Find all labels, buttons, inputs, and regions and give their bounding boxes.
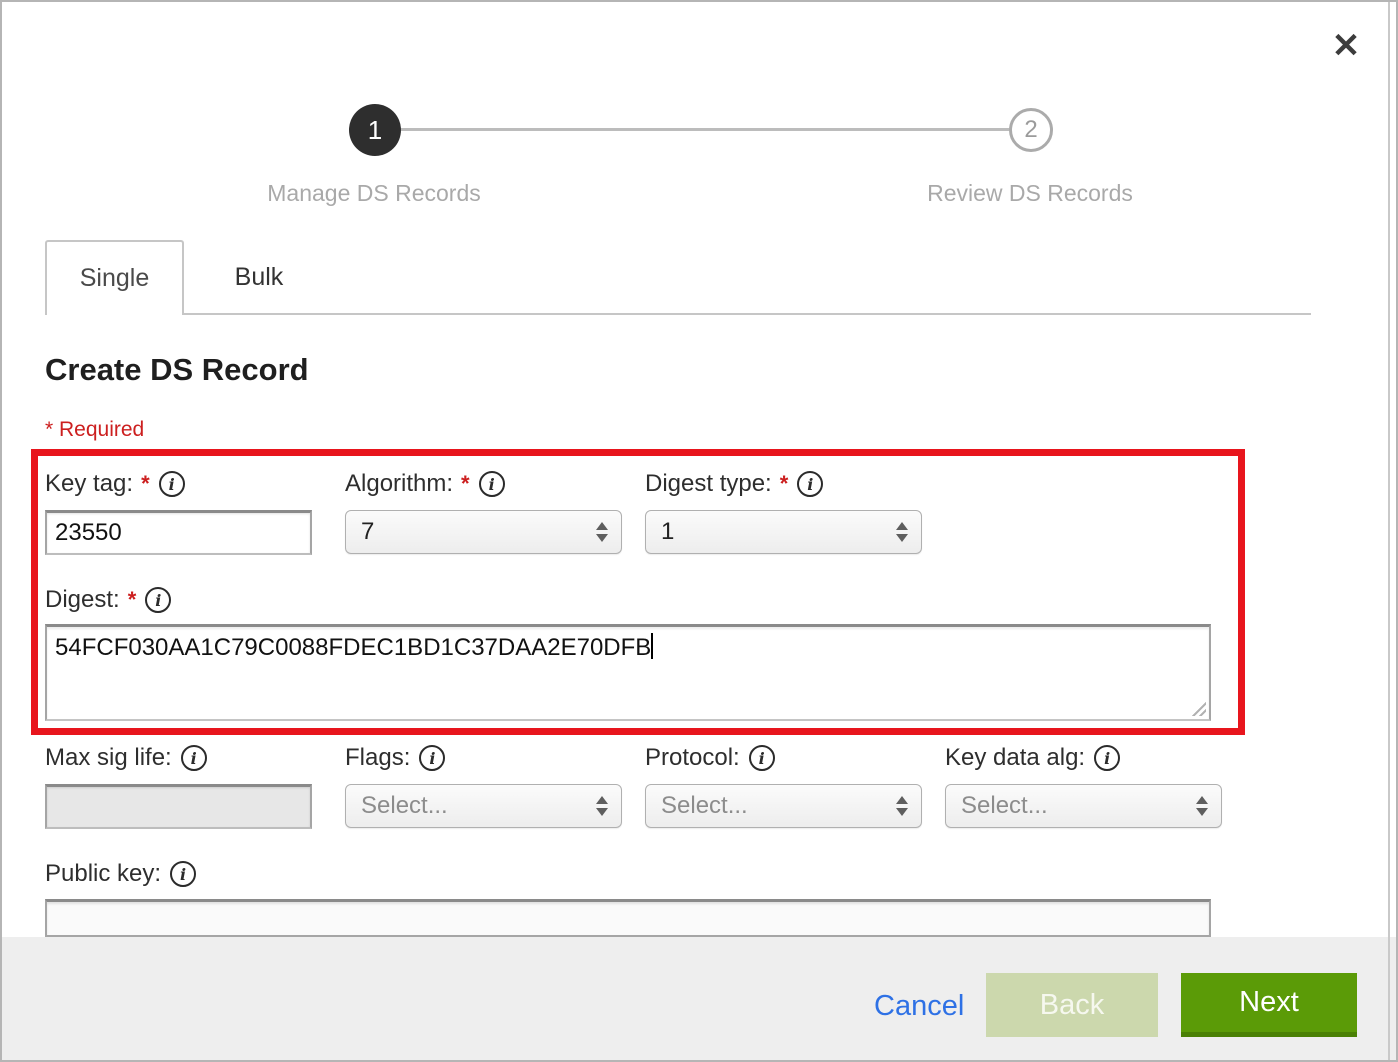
required-note: * Required — [45, 418, 144, 442]
info-icon[interactable]: i — [749, 745, 775, 771]
info-icon[interactable]: i — [181, 745, 207, 771]
tab-bulk[interactable]: Bulk — [184, 240, 334, 315]
scrollbar-track[interactable] — [1388, 2, 1390, 1060]
flags-placeholder: Select... — [361, 792, 448, 820]
public-key-label: Public key: — [45, 860, 161, 888]
required-asterisk: * — [461, 471, 470, 497]
select-spinner-icon — [896, 796, 908, 816]
digest-type-select[interactable]: 1 — [645, 510, 922, 554]
key-data-alg-placeholder: Select... — [961, 792, 1048, 820]
text-cursor — [651, 633, 653, 659]
required-asterisk: * — [128, 587, 137, 613]
cancel-button[interactable]: Cancel — [874, 990, 964, 1023]
field-flags: Flags: i Select... — [345, 742, 622, 828]
stepper-step-1-label: Manage DS Records — [224, 180, 524, 207]
stepper-connector-line — [401, 128, 1009, 131]
digest-textarea[interactable]: 54FCF030AA1C79C0088FDEC1BD1C37DAA2E70DFB — [45, 624, 1211, 721]
create-ds-record-dialog: ✕ 1 2 Manage DS Records Review DS Record… — [0, 0, 1398, 1062]
tab-single[interactable]: Single — [45, 240, 184, 315]
public-key-textarea[interactable] — [45, 899, 1211, 937]
digest-value: 54FCF030AA1C79C0088FDEC1BD1C37DAA2E70DFB — [55, 634, 651, 661]
tab-bar-underline — [184, 313, 1311, 315]
algorithm-selected-value: 7 — [361, 518, 374, 546]
algorithm-select[interactable]: 7 — [345, 510, 622, 554]
close-icon[interactable]: ✕ — [1324, 24, 1368, 68]
algorithm-label: Algorithm: — [345, 470, 453, 498]
field-key-tag: Key tag: * i — [45, 468, 312, 555]
key-tag-label: Key tag: — [45, 470, 133, 498]
protocol-label: Protocol: — [645, 744, 740, 772]
max-sig-life-input — [45, 784, 312, 829]
info-icon[interactable]: i — [1094, 745, 1120, 771]
info-icon[interactable]: i — [145, 587, 171, 613]
stepper-step-2-circle: 2 — [1009, 108, 1053, 152]
next-button[interactable]: Next — [1181, 973, 1357, 1037]
key-data-alg-label: Key data alg: — [945, 744, 1085, 772]
required-asterisk: * — [141, 471, 150, 497]
flags-select[interactable]: Select... — [345, 784, 622, 828]
key-tag-input[interactable] — [45, 510, 312, 555]
select-spinner-icon — [596, 522, 608, 542]
field-max-sig-life: Max sig life: i — [45, 742, 312, 829]
info-icon[interactable]: i — [479, 471, 505, 497]
info-icon[interactable]: i — [419, 745, 445, 771]
resize-handle[interactable] — [1191, 701, 1206, 716]
key-data-alg-select[interactable]: Select... — [945, 784, 1222, 828]
select-spinner-icon — [1196, 796, 1208, 816]
info-icon[interactable]: i — [159, 471, 185, 497]
select-spinner-icon — [896, 522, 908, 542]
back-button: Back — [986, 973, 1158, 1037]
digest-type-selected-value: 1 — [661, 518, 674, 546]
protocol-placeholder: Select... — [661, 792, 748, 820]
field-protocol: Protocol: i Select... — [645, 742, 922, 828]
field-digest: Digest: * i 54FCF030AA1C79C0088FDEC1BD1C… — [45, 584, 1211, 721]
digest-label: Digest: — [45, 586, 120, 614]
info-icon[interactable]: i — [797, 471, 823, 497]
flags-label: Flags: — [345, 744, 410, 772]
stepper-step-1-circle: 1 — [349, 104, 401, 156]
field-public-key: Public key: i — [45, 858, 1211, 937]
page-title: Create DS Record — [45, 352, 309, 388]
field-key-data-alg: Key data alg: i Select... — [945, 742, 1222, 828]
protocol-select[interactable]: Select... — [645, 784, 922, 828]
field-digest-type: Digest type: * i 1 — [645, 468, 922, 554]
select-spinner-icon — [596, 796, 608, 816]
stepper-step-2-label: Review DS Records — [880, 180, 1180, 207]
required-asterisk: * — [780, 471, 789, 497]
max-sig-life-label: Max sig life: — [45, 744, 172, 772]
field-algorithm: Algorithm: * i 7 — [345, 468, 622, 554]
info-icon[interactable]: i — [170, 861, 196, 887]
digest-type-label: Digest type: — [645, 470, 772, 498]
